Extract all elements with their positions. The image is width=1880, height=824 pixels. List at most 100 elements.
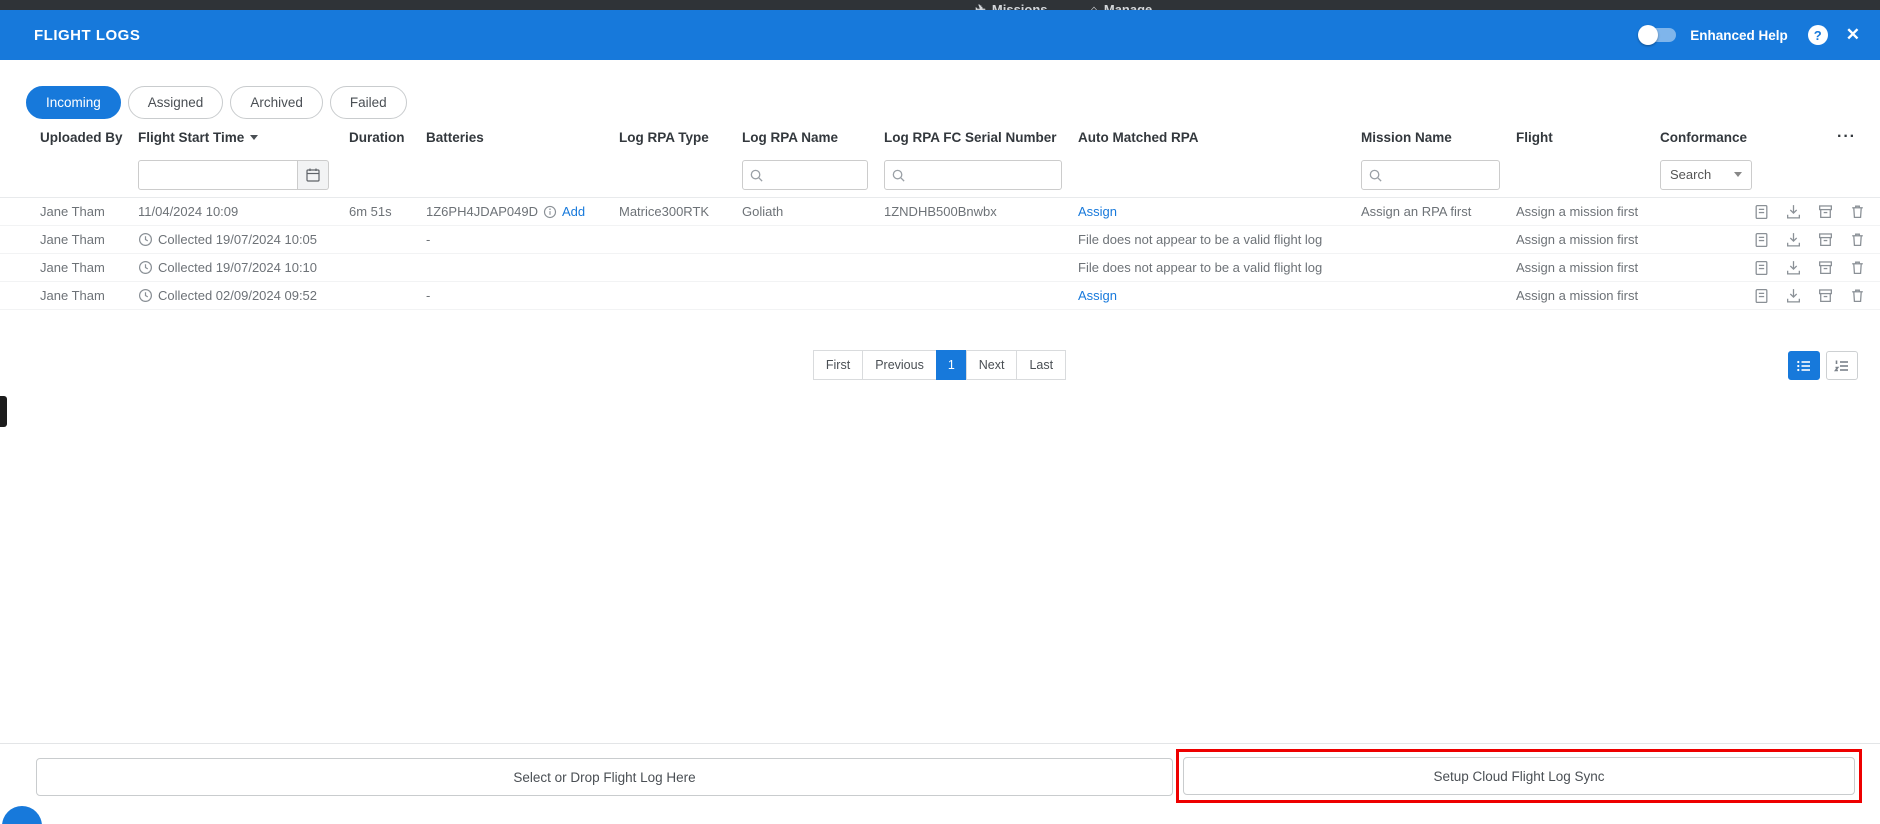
cell-flight-start-time: Collected 19/07/2024 10:05 [138,232,349,247]
assign-rpa-link[interactable]: Assign [1078,204,1361,219]
screen: ✈ Missions ⌂ Manage FLIGHT LOGS Enhanced… [0,0,1880,824]
table-filter-row: Search [0,152,1880,198]
list-view-icon [1796,358,1812,374]
list-view-button[interactable] [1788,351,1820,380]
modal-title: FLIGHT LOGS [34,27,140,44]
pagination-previous-button[interactable]: Previous [862,350,937,380]
ordered-list-icon [1834,358,1850,374]
delete-log-icon[interactable] [1849,231,1866,248]
close-icon[interactable]: ✕ [1846,25,1860,45]
pagination-next-button[interactable]: Next [966,350,1018,380]
cell-uploaded-by: Jane Tham [40,260,138,275]
archive-log-icon[interactable] [1817,259,1834,276]
assign-rpa-link[interactable]: Assign [1078,288,1361,303]
flight-logs-modal: FLIGHT LOGS Enhanced Help ? ✕ Incoming A… [0,10,1880,824]
assign-mission-icon[interactable] [1753,259,1770,276]
table-row: Jane Tham 11/04/2024 10:09 6m 51s 1Z6PH4… [0,198,1880,226]
help-icon[interactable]: ? [1808,25,1828,45]
add-battery-link[interactable]: Add [562,204,585,219]
conformance-filter-select[interactable]: Search [1660,160,1752,190]
enhanced-help-toggle[interactable] [1640,28,1676,42]
cell-mission-name: Assign an RPA first [1361,204,1516,219]
cell-uploaded-by: Jane Tham [40,204,138,219]
cell-batteries: - [426,232,619,247]
cell-flight: Assign a mission first [1516,260,1660,275]
col-batteries: Batteries [426,130,619,145]
cell-log-rpa-name: Goliath [742,204,884,219]
table-row: Jane Tham Collected 02/09/2024 09:52 - A… [0,282,1880,310]
background-navbar: ✈ Missions ⌂ Manage [0,0,1880,10]
row-actions [1770,231,1880,248]
archive-log-icon[interactable] [1817,203,1834,220]
start-time-filter-input[interactable] [138,160,298,190]
chevron-down-icon [1734,172,1742,177]
pagination-first-button[interactable]: First [813,350,863,380]
tab-archived[interactable]: Archived [230,86,323,119]
cell-duration: 6m 51s [349,204,426,219]
fc-serial-search-input[interactable] [884,160,1062,190]
cell-auto-matched-rpa: File does not appear to be a valid fligh… [1078,260,1361,275]
nav-item-missions[interactable]: ✈ Missions [975,2,1048,10]
ordered-view-button[interactable] [1826,351,1858,380]
delete-log-icon[interactable] [1849,203,1866,220]
archive-log-icon[interactable] [1817,287,1834,304]
cell-flight: Assign a mission first [1516,204,1660,219]
col-auto-matched-rpa: Auto Matched RPA [1078,130,1361,145]
clock-icon [138,232,153,247]
col-uploaded-by: Uploaded By [40,130,138,145]
column-options-icon[interactable]: ··· [1837,132,1880,142]
search-icon [1368,168,1383,183]
table-body: Jane Tham 11/04/2024 10:09 6m 51s 1Z6PH4… [0,198,1880,310]
archive-log-icon[interactable] [1817,231,1834,248]
cell-batteries: 1Z6PH4JDAP049D Add [426,204,619,219]
col-log-rpa-type: Log RPA Type [619,130,742,145]
clock-icon [138,288,153,303]
col-flight: Flight [1516,130,1660,145]
row-actions [1770,259,1880,276]
cell-auto-matched-rpa: File does not appear to be a valid fligh… [1078,232,1361,247]
cell-flight-start-time: Collected 02/09/2024 09:52 [138,288,349,303]
tab-incoming[interactable]: Incoming [26,86,121,119]
pagination: First Previous 1 Next Last [0,350,1880,380]
cell-uploaded-by: Jane Tham [40,232,138,247]
col-mission-name: Mission Name [1361,130,1516,145]
search-icon [891,168,906,183]
delete-log-icon[interactable] [1849,287,1866,304]
sort-desc-icon [250,135,258,140]
download-log-icon[interactable] [1785,259,1802,276]
nav-item-label: Manage [1104,2,1152,10]
tab-failed[interactable]: Failed [330,86,407,119]
search-icon [749,168,764,183]
drop-flight-log-button[interactable]: Select or Drop Flight Log Here [36,758,1173,796]
clock-icon [138,260,153,275]
row-actions [1770,203,1880,220]
nav-item-manage[interactable]: ⌂ Manage [1090,2,1152,10]
pagination-last-button[interactable]: Last [1016,350,1066,380]
footer-divider [0,743,1880,744]
row-actions [1770,287,1880,304]
assign-mission-icon[interactable] [1753,287,1770,304]
cell-batteries: - [426,288,619,303]
cell-flight: Assign a mission first [1516,288,1660,303]
tab-assigned[interactable]: Assigned [128,86,224,119]
assign-mission-icon[interactable] [1753,203,1770,220]
assign-mission-icon[interactable] [1753,231,1770,248]
download-log-icon[interactable] [1785,203,1802,220]
pagination-page-1-button[interactable]: 1 [936,350,967,380]
cell-uploaded-by: Jane Tham [40,288,138,303]
table-row: Jane Tham Collected 19/07/2024 10:05 - F… [0,226,1880,254]
calendar-icon[interactable] [298,160,329,190]
download-log-icon[interactable] [1785,231,1802,248]
download-log-icon[interactable] [1785,287,1802,304]
col-flight-start-time[interactable]: Flight Start Time [138,130,349,145]
delete-log-icon[interactable] [1849,259,1866,276]
cell-log-rpa-fc-serial: 1ZNDHB500Bnwbx [884,204,1078,219]
col-label: Flight Start Time [138,130,244,145]
battery-info-icon[interactable] [543,205,557,219]
side-drawer-handle[interactable] [0,396,7,427]
view-toggles [1788,351,1858,380]
selected-option: Search [1670,167,1711,182]
nav-item-label: Missions [992,2,1048,10]
missions-icon: ✈ [975,2,986,10]
setup-cloud-sync-button[interactable]: Setup Cloud Flight Log Sync [1183,757,1855,795]
